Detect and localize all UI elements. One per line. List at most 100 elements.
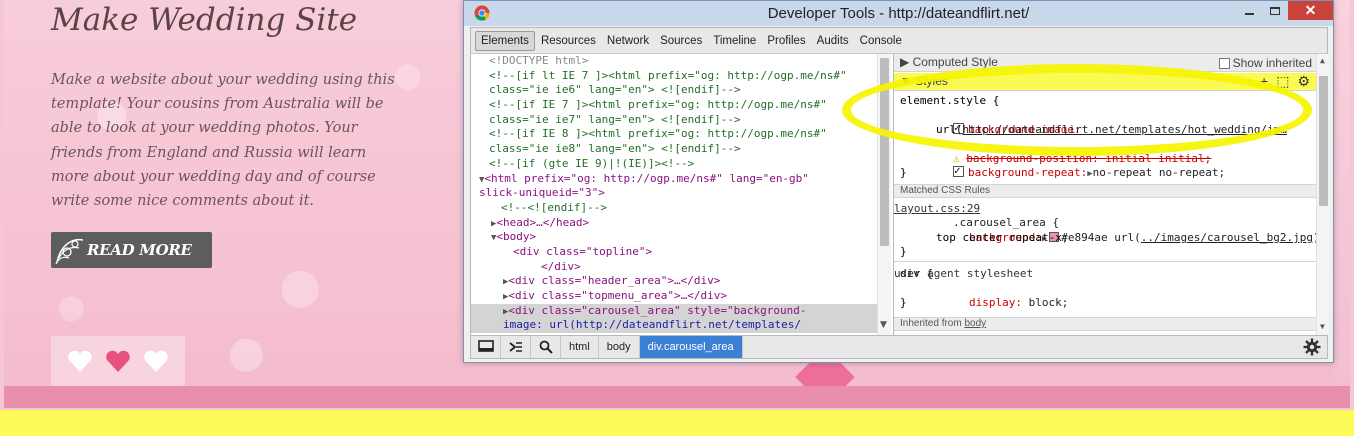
dom-node[interactable]: </div> — [471, 260, 877, 275]
bg-image-declaration[interactable]: background-image: — [900, 109, 1081, 136]
tab-console[interactable]: Console — [855, 32, 907, 50]
scrollbar-thumb[interactable] — [880, 58, 889, 246]
checkbox-icon — [1218, 58, 1230, 69]
close-brace: } — [900, 245, 907, 258]
styles-scrollbar[interactable]: ▲ ▼ — [1316, 54, 1329, 335]
user-agent-label: user agent stylesheet — [894, 267, 1034, 280]
settings-gear-icon[interactable]: ⚙ — [1297, 73, 1310, 90]
show-inherited-toggle[interactable]: Show inherited — [1218, 55, 1312, 72]
inspect-element-button[interactable] — [531, 336, 561, 358]
dock-icon — [477, 340, 494, 352]
bg-position-declaration[interactable]: ⚠ background-position: initial initial; — [900, 138, 1211, 165]
expanded-triangle-icon: ▼ — [900, 74, 916, 88]
heart-dot-icon[interactable] — [142, 348, 170, 374]
dom-node-topmenu-area[interactable]: ▶<div class="topmenu_area">…</div> — [471, 289, 877, 304]
dom-node[interactable]: class="ie ie8" lang="en"> <![endif]--> — [471, 142, 877, 157]
carousel-bg-declaration[interactable]: background:▶ #e894ae url(../images/carous… — [916, 217, 1320, 244]
breadcrumb-carousel-area[interactable]: div.carousel_area — [639, 336, 743, 358]
elements-tree[interactable]: <!DOCTYPE html> <!--[if lt IE 7 ]><html … — [471, 54, 877, 335]
yellow-highlight-strip — [0, 410, 1354, 436]
scroll-up-icon[interactable]: ▲ — [1320, 56, 1325, 65]
elements-scrollbar[interactable]: ▼ — [877, 54, 891, 335]
tab-audits[interactable]: Audits — [812, 32, 854, 50]
heart-dot-active-icon[interactable] — [104, 348, 132, 374]
read-more-label: READ MORE — [87, 241, 192, 259]
close-button[interactable]: ✕ — [1288, 1, 1333, 20]
add-rule-icon[interactable]: + — [1260, 73, 1268, 90]
console-prompt-icon — [508, 342, 522, 352]
scrollbar-thumb[interactable] — [1319, 76, 1328, 206]
site-title: Make Wedding Site — [51, 2, 358, 38]
styles-header[interactable]: ▼ Styles + ⬚ ⚙ — [894, 73, 1316, 91]
divider — [894, 261, 1316, 262]
maximize-icon — [1270, 6, 1280, 15]
computed-style-header[interactable]: ▶ Computed Style Show inherited — [894, 54, 1316, 72]
dom-node[interactable]: <!--<![endif]--> — [471, 201, 877, 216]
panel-tabbar: Elements Resources Network Sources Timel… — [470, 27, 1328, 54]
breadcrumb-html[interactable]: html — [561, 336, 599, 358]
matched-css-rules-header: Matched CSS Rules — [894, 184, 1316, 198]
tab-sources[interactable]: Sources — [655, 32, 707, 50]
tab-timeline[interactable]: Timeline — [708, 32, 761, 50]
inherited-from-link[interactable]: body — [964, 318, 986, 329]
scroll-down-icon[interactable]: ▼ — [880, 320, 887, 330]
bg-repeat-declaration[interactable]: background-repeat:▶no-repeat no-repeat; — [900, 152, 1225, 179]
minimize-button[interactable] — [1236, 1, 1262, 20]
devtools-statusbar: html body div.carousel_area — [470, 335, 1328, 359]
bg-image-url[interactable]: http://dateandflirt.net/templates/hot_we… — [963, 123, 1288, 136]
inherited-from-header: Inherited from body — [894, 317, 1316, 331]
dom-node-html[interactable]: ▼<html prefix="og: http://ogp.me/ns#" la… — [471, 172, 877, 187]
dom-node-carousel-area[interactable]: ▶<div class="carousel_area" style="backg… — [471, 303, 877, 319]
breadcrumb-body[interactable]: body — [599, 336, 640, 358]
minimize-icon — [1244, 12, 1254, 15]
dom-node[interactable]: <!--[if lt IE 7 ]><html prefix="og: http… — [471, 69, 877, 84]
element-style-selector[interactable]: element.style { — [900, 94, 999, 108]
dom-node-carousel-area-cont[interactable]: image: url(http://dateandflirt.net/templ… — [471, 318, 877, 334]
layout-css-link[interactable]: layout.css:29 — [894, 202, 1325, 216]
dom-node[interactable]: <!--[if IE 7 ]><html prefix="og: http://… — [471, 98, 877, 113]
close-brace: } — [900, 296, 907, 309]
carousel-bg-url[interactable]: ../images/carousel_bg2.jpg — [1141, 231, 1313, 244]
element-state-icon[interactable]: ⬚ — [1276, 73, 1289, 90]
right-edge-strip — [1334, 0, 1350, 386]
ornament-icon — [55, 238, 84, 265]
dom-node[interactable]: class="ie ie6" lang="en"> <![endif]--> — [471, 83, 877, 98]
devtools-panes: <!DOCTYPE html> <!--[if lt IE 7 ]><html … — [470, 54, 1329, 335]
window-titlebar[interactable]: Developer Tools - http://dateandflirt.ne… — [464, 1, 1333, 26]
tab-elements[interactable]: Elements — [475, 30, 535, 51]
tab-resources[interactable]: Resources — [536, 32, 601, 50]
dom-node[interactable]: <!--[if (gte IE 9)|!(IE)]><!--> — [471, 157, 877, 172]
search-icon — [539, 340, 553, 354]
display-declaration[interactable]: display: block; — [916, 282, 1068, 309]
devtools-window: Developer Tools - http://dateandflirt.ne… — [463, 0, 1334, 363]
styles-toolbar: + ⬚ ⚙ — [1260, 73, 1310, 90]
tab-profiles[interactable]: Profiles — [762, 32, 810, 50]
maximize-button[interactable] — [1262, 1, 1288, 20]
bg-image-value[interactable]: url(http://dateandflirt.net/templates/ho… — [936, 123, 1287, 137]
site-description: Make a website about your wedding using … — [51, 72, 395, 210]
declaration-checkbox[interactable] — [952, 164, 964, 178]
carousel-bg-continuation: top center repeat-x; — [936, 231, 1069, 244]
dom-node-body[interactable]: ▼<body> — [471, 230, 877, 245]
scroll-down-icon[interactable]: ▼ — [1320, 322, 1325, 331]
dom-node[interactable]: slick-uniqueid="3"> — [471, 186, 877, 201]
window-title: Developer Tools - http://dateandflirt.ne… — [767, 5, 1030, 22]
tab-network[interactable]: Network — [602, 32, 654, 50]
dom-node-head[interactable]: ▶<head>…</head> — [471, 216, 877, 231]
dom-node-topline[interactable]: <div class="topline"> — [471, 245, 877, 260]
slider-dots — [51, 336, 185, 386]
dock-toggle-button[interactable] — [471, 336, 501, 358]
heart-dot-icon[interactable] — [66, 348, 94, 374]
pink-footer-bar — [4, 386, 1350, 408]
console-drawer-button[interactable] — [501, 336, 531, 358]
collapsed-triangle-icon: ▶ — [900, 55, 913, 69]
dom-node-header-area[interactable]: ▶<div class="header_area">…</div> — [471, 274, 877, 289]
dom-node[interactable]: <!--[if IE 8 ]><html prefix="og: http://… — [471, 127, 877, 142]
dom-node[interactable]: <!DOCTYPE html> — [471, 54, 877, 69]
close-brace: } — [900, 166, 907, 179]
close-icon: ✕ — [1304, 2, 1317, 18]
styles-sidebar: ▶ Computed Style Show inherited ▼ Styles… — [893, 54, 1329, 335]
gear-icon[interactable] — [1303, 338, 1321, 356]
dom-node[interactable]: class="ie ie7" lang="en"> <![endif]--> — [471, 113, 877, 128]
read-more-button[interactable]: READ MORE — [51, 232, 212, 268]
